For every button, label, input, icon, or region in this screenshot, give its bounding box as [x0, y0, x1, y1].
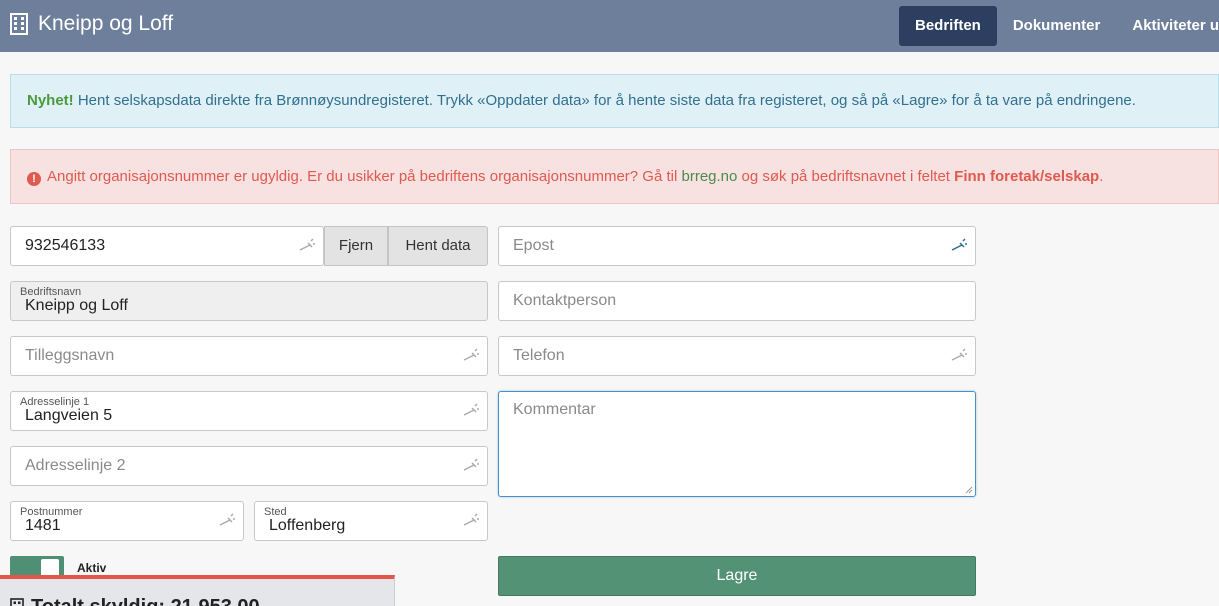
magic-wand-icon	[951, 238, 967, 251]
main-nav: Bedriften Dokumenter Aktiviteter u	[899, 6, 1219, 46]
magic-wand-icon	[219, 513, 235, 526]
phone-input[interactable]: Telefon	[498, 336, 976, 376]
nav-tab-bedriften[interactable]: Bedriften	[899, 6, 997, 46]
top-bar: Kneipp og Loff Bedriften Dokumenter Akti…	[0, 0, 1219, 52]
address1-input[interactable]: Adresselinje 1 Langveien 5	[10, 391, 488, 431]
magic-wand-icon	[463, 348, 479, 361]
total-owed-text: Totalt skyldig: 21 953,00	[31, 596, 260, 606]
phone-placeholder: Telefon	[513, 347, 565, 364]
orgnr-input[interactable]: 932546133	[10, 226, 324, 266]
nav-tab-aktiviteter[interactable]: Aktiviteter u	[1116, 6, 1219, 46]
magic-wand-icon	[463, 458, 479, 471]
address2-input[interactable]: Adresselinje 2	[10, 446, 488, 486]
postal-code-value: 1481	[25, 517, 61, 534]
address1-value: Langveien 5	[25, 407, 113, 424]
company-name-field: Bedriftsnavn Kneipp og Loff	[10, 281, 488, 321]
orgnr-value: 932546133	[25, 237, 106, 254]
exclamation-circle-icon: !	[27, 172, 41, 186]
error-alert-text-middle: og søk på bedriftsnavnet i feltet	[737, 168, 955, 185]
email-input[interactable]: Epost	[498, 226, 976, 266]
nav-tab-dokumenter[interactable]: Dokumenter	[997, 6, 1117, 46]
contact-person-placeholder: Kontaktperson	[513, 292, 617, 309]
magic-wand-icon	[463, 403, 479, 416]
remove-button[interactable]: Fjern	[324, 226, 388, 266]
extra-name-placeholder: Tilleggsnavn	[25, 347, 115, 364]
fetch-data-button[interactable]: Hent data	[388, 226, 488, 266]
city-value: Loffenberg	[269, 517, 346, 534]
error-alert-text-before: Angitt organisajonsnummer er ugyldig. Er…	[47, 168, 682, 185]
magic-wand-icon	[299, 238, 315, 251]
info-alert-text: Hent selskapsdata direkte fra Brønnøysun…	[73, 92, 1136, 109]
magic-wand-icon	[951, 348, 967, 361]
comment-field	[498, 391, 976, 497]
comment-textarea[interactable]	[499, 392, 975, 496]
save-button[interactable]: Lagre	[498, 556, 976, 596]
info-alert-strong: Nyhet!	[27, 92, 74, 109]
resize-grip-icon[interactable]	[965, 486, 973, 494]
building-icon	[10, 13, 28, 35]
magic-wand-icon	[463, 513, 479, 526]
active-label: Aktiv	[77, 561, 107, 575]
brreg-link[interactable]: brreg.no	[681, 168, 737, 185]
address2-placeholder: Adresselinje 2	[25, 457, 126, 474]
email-placeholder: Epost	[513, 237, 554, 254]
contact-person-input[interactable]: Kontaktperson	[498, 281, 976, 321]
company-name-value: Kneipp og Loff	[25, 297, 128, 314]
brand[interactable]: Kneipp og Loff	[10, 12, 173, 36]
info-alert: Nyhet! Hent selskapsdata direkte fra Brø…	[10, 74, 1219, 128]
building-icon	[10, 598, 24, 606]
postal-code-input[interactable]: Postnummer 1481	[10, 501, 244, 541]
extra-name-input[interactable]: Tilleggsnavn	[10, 336, 488, 376]
error-alert-strong: Finn foretak/selskap	[954, 168, 1100, 185]
city-input[interactable]: Sted Loffenberg	[254, 501, 488, 541]
error-alert: ! Angitt organisajonsnummer er ugyldig. E…	[10, 149, 1219, 204]
error-alert-text-after: .	[1099, 168, 1104, 185]
total-owed-panel: Totalt skyldig: 21 953,00	[0, 575, 395, 606]
page-title: Kneipp og Loff	[38, 12, 174, 35]
